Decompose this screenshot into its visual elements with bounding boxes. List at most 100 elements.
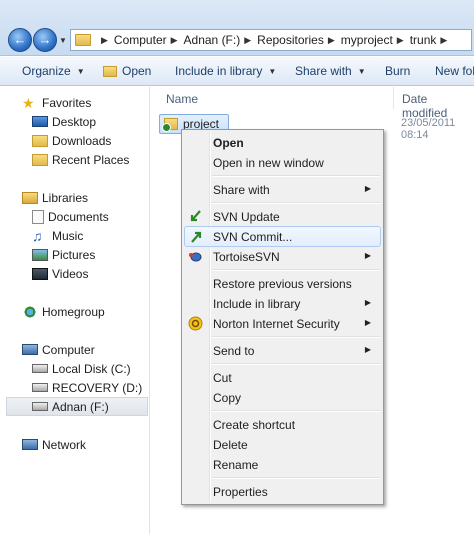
nav-pictures[interactable]: Pictures — [0, 245, 148, 264]
menu-item-rename[interactable]: Rename — [184, 454, 381, 475]
documents-icon — [32, 209, 44, 224]
breadcrumb-drive[interactable]: Adnan (F:) — [184, 33, 241, 47]
recent-places-icon — [32, 153, 48, 166]
nav-downloads[interactable]: Downloads — [0, 131, 148, 150]
breadcrumb[interactable]: ▶ Computer ▶ Adnan (F:) ▶ Repositories ▶… — [70, 29, 472, 51]
folder-icon — [75, 34, 91, 46]
menu-item-cut[interactable]: Cut — [184, 367, 381, 388]
file-date: 23/05/2011 08:14 — [401, 117, 456, 141]
nav-favorites[interactable]: ★ Favorites — [0, 93, 148, 112]
burn-button[interactable]: Burn — [385, 64, 410, 78]
submenu-arrow-icon: ▶ — [364, 184, 371, 193]
nav-recovery-d[interactable]: RECOVERY (D:) — [0, 378, 148, 397]
recent-pages-dropdown-icon[interactable]: ▼ — [59, 36, 67, 45]
submenu-arrow-icon: ▶ — [364, 318, 371, 327]
menu-separator — [212, 363, 380, 365]
submenu-arrow-icon: ▶ — [364, 251, 371, 260]
menu-svn-update-label: SVN Update — [213, 209, 280, 224]
nav-adnan-f[interactable]: Adnan (F:) — [6, 397, 148, 416]
nav-desktop[interactable]: Desktop — [0, 112, 148, 131]
menu-item-include-in-library[interactable]: Include in library ▶ — [184, 293, 381, 314]
nav-local-disk-c[interactable]: Local Disk (C:) — [0, 359, 148, 378]
forward-button[interactable]: → — [33, 28, 57, 52]
nav-computer[interactable]: Computer — [0, 340, 148, 359]
menu-separator — [212, 202, 380, 204]
address-bar-region: ← → ▼ ▶ Computer ▶ Adnan (F:) ▶ Reposito… — [0, 0, 474, 56]
chevron-right-icon[interactable]: ▶ — [328, 35, 335, 46]
context-menu: Open Open in new window Share with ▶ SVN … — [181, 129, 384, 505]
menu-delete-label: Delete — [213, 437, 248, 452]
menu-item-delete[interactable]: Delete — [184, 434, 381, 455]
nav-homegroup[interactable]: Homegroup — [0, 302, 148, 321]
breadcrumb-trunk[interactable]: trunk — [410, 33, 437, 47]
network-icon — [22, 439, 38, 450]
nav-network[interactable]: Network — [0, 435, 148, 454]
include-in-library-button[interactable]: Include in library ▼ — [175, 64, 276, 78]
menu-item-open[interactable]: Open — [184, 132, 381, 153]
open-button[interactable]: Open — [103, 64, 151, 78]
norton-icon — [188, 316, 203, 331]
breadcrumb-repositories[interactable]: Repositories — [257, 33, 324, 47]
pictures-icon — [32, 248, 48, 261]
music-icon: ♫ — [32, 227, 43, 244]
menu-item-copy[interactable]: Copy — [184, 387, 381, 408]
menu-item-restore-previous-versions[interactable]: Restore previous versions — [184, 273, 381, 294]
chevron-down-icon: ▼ — [268, 66, 277, 76]
menu-item-svn-commit[interactable]: SVN Commit... — [184, 226, 381, 247]
menu-item-share-with[interactable]: Share with ▶ — [184, 179, 381, 200]
hard-drive-icon — [32, 383, 48, 392]
organize-button[interactable]: Organize ▼ — [22, 64, 85, 78]
folder-open-icon — [103, 65, 117, 77]
menu-restore-label: Restore previous versions — [213, 276, 352, 291]
share-with-label: Share with — [295, 64, 352, 78]
column-header-name[interactable]: Name — [166, 92, 198, 106]
nav-documents-label: Documents — [48, 209, 109, 224]
menu-svn-commit-label: SVN Commit... — [213, 229, 293, 244]
include-in-library-label: Include in library — [175, 64, 263, 78]
menu-open-label: Open — [213, 135, 244, 150]
nav-documents[interactable]: Documents — [0, 207, 148, 226]
nav-adnan-label: Adnan (F:) — [52, 399, 109, 414]
downloads-icon — [32, 134, 48, 147]
menu-share-with-label: Share with — [213, 182, 270, 197]
share-with-button[interactable]: Share with ▼ — [295, 64, 366, 78]
breadcrumb-myproject[interactable]: myproject — [341, 33, 393, 47]
nav-computer-label: Computer — [42, 342, 95, 357]
menu-item-tortoisesvn[interactable]: TortoiseSVN ▶ — [184, 246, 381, 267]
new-folder-button[interactable]: New folder — [435, 64, 474, 78]
nav-recent-places[interactable]: Recent Places — [0, 150, 148, 169]
menu-item-properties[interactable]: Properties — [184, 481, 381, 502]
new-folder-label: New folder — [435, 64, 474, 78]
back-arrow-icon: ← — [13, 32, 27, 47]
svn-folder-icon — [162, 118, 178, 132]
menu-item-norton[interactable]: Norton Internet Security ▶ — [184, 313, 381, 334]
organize-label: Organize — [22, 64, 71, 78]
menu-cut-label: Cut — [213, 370, 232, 385]
nav-music[interactable]: ♫ Music — [0, 226, 148, 245]
forward-arrow-icon: → — [38, 32, 52, 47]
nav-downloads-label: Downloads — [52, 133, 112, 148]
column-divider[interactable] — [393, 87, 394, 109]
nav-videos[interactable]: Videos — [0, 264, 148, 283]
libraries-icon — [22, 191, 38, 204]
breadcrumb-computer[interactable]: Computer — [114, 33, 167, 47]
submenu-arrow-icon: ▶ — [364, 345, 371, 354]
chevron-right-icon[interactable]: ▶ — [171, 35, 178, 46]
nav-music-label: Music — [52, 228, 84, 243]
star-icon: ★ — [22, 94, 35, 111]
menu-item-open-new-window[interactable]: Open in new window — [184, 152, 381, 173]
back-button[interactable]: ← — [8, 28, 32, 52]
menu-item-svn-update[interactable]: SVN Update — [184, 206, 381, 227]
nav-favorites-label: Favorites — [42, 95, 92, 110]
chevron-right-icon[interactable]: ▶ — [440, 35, 447, 46]
command-toolbar: Organize ▼ Open Include in library ▼ Share… — [0, 57, 474, 86]
svn-commit-icon — [189, 230, 204, 245]
menu-item-create-shortcut[interactable]: Create shortcut — [184, 414, 381, 435]
nav-homegroup-label: Homegroup — [42, 304, 105, 319]
chevron-right-icon[interactable]: ▶ — [397, 35, 404, 46]
chevron-right-icon[interactable]: ▶ — [101, 35, 108, 46]
menu-item-send-to[interactable]: Send to ▶ — [184, 340, 381, 361]
nav-libraries[interactable]: Libraries — [0, 188, 148, 207]
chevron-right-icon[interactable]: ▶ — [244, 35, 251, 46]
removable-drive-icon — [32, 402, 48, 411]
